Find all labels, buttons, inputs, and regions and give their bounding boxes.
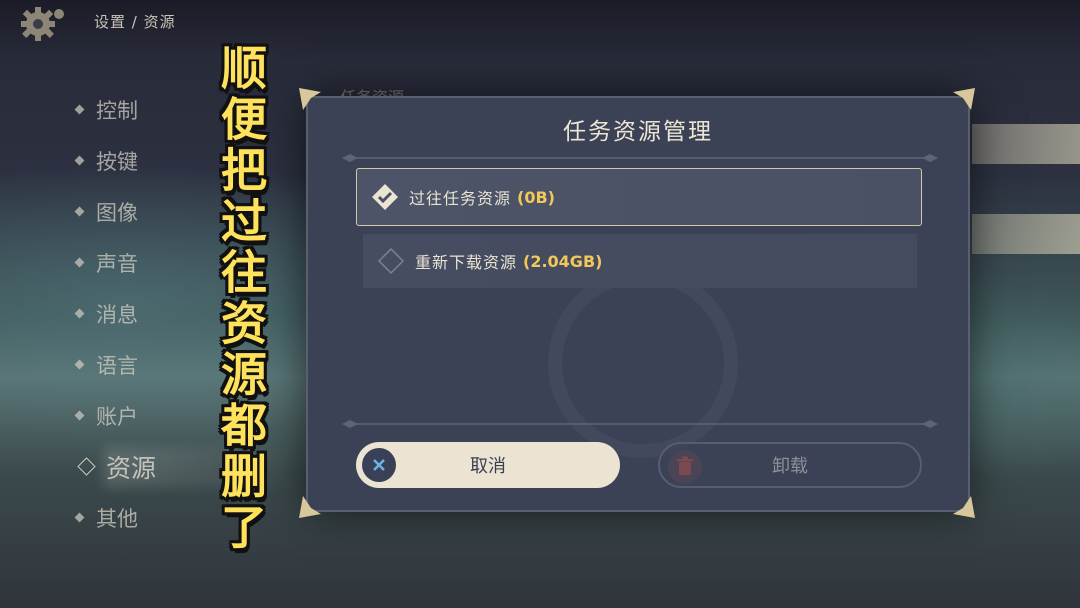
corner-ornament-icon: [299, 496, 321, 518]
diamond-bullet-icon: [74, 104, 85, 115]
unchecked-diamond-icon: [377, 247, 405, 275]
option-redownload-resources[interactable]: 重新下载资源 (2.04GB): [363, 234, 917, 288]
x-button-icon: [362, 448, 396, 482]
gear-icon[interactable]: [18, 2, 66, 44]
menu-item-audio[interactable]: 声音: [74, 237, 156, 288]
menu-item-label: 账户: [96, 404, 138, 429]
breadcrumb: 设置 / 资源: [94, 13, 176, 31]
cancel-label: 取消: [470, 456, 506, 477]
menu-item-controls[interactable]: 控制: [74, 84, 156, 135]
diamond-bullet-icon: [74, 155, 85, 166]
ornament-divider: [342, 154, 938, 162]
menu-item-label: 其他: [96, 506, 138, 531]
option-label: 过往任务资源: [409, 189, 512, 208]
ornament-divider: [342, 420, 938, 428]
menu-item-account[interactable]: 账户: [74, 390, 156, 441]
corner-ornament-icon: [299, 88, 321, 110]
uninstall-button[interactable]: 卸载: [658, 442, 922, 488]
dialog-title: 任务资源管理: [563, 119, 713, 145]
checked-diamond-icon: [372, 184, 398, 210]
menu-item-other[interactable]: 其他: [74, 492, 156, 543]
option-label: 重新下载资源: [415, 253, 518, 272]
diamond-bullet-icon: [74, 257, 85, 268]
diamond-bullet-icon: [74, 359, 85, 370]
overlay-caption: 顺便把过往资源都删了: [214, 44, 268, 554]
background-setting-bar: [972, 124, 1080, 164]
corner-ornament-icon: [953, 496, 975, 518]
option-past-task-resources[interactable]: 过往任务资源 (0B): [356, 168, 922, 226]
menu-item-label: 声音: [96, 251, 138, 276]
menu-item-label: 图像: [96, 200, 138, 225]
menu-item-label: 消息: [96, 302, 138, 327]
trash-icon: [668, 450, 702, 484]
menu-item-label: 语言: [96, 353, 138, 378]
settings-menu: 控制 按键 图像 声音 消息 语言 账户 资源 其他: [74, 84, 304, 543]
menu-item-graphics[interactable]: 图像: [74, 186, 156, 237]
menu-item-language[interactable]: 语言: [74, 339, 156, 390]
menu-item-keys[interactable]: 按键: [74, 135, 156, 186]
uninstall-label: 卸载: [772, 456, 808, 477]
diamond-bullet-icon: [74, 206, 85, 217]
menu-item-resources[interactable]: 资源: [74, 441, 304, 492]
cancel-button[interactable]: 取消: [356, 442, 620, 488]
menu-item-label: 控制: [96, 98, 138, 123]
diamond-bullet-icon: [77, 457, 96, 476]
diamond-bullet-icon: [74, 308, 85, 319]
menu-item-messages[interactable]: 消息: [74, 288, 156, 339]
corner-ornament-icon: [953, 88, 975, 110]
option-size: (0B): [517, 187, 555, 207]
menu-item-label: 按键: [96, 149, 138, 174]
option-size: (2.04GB): [523, 251, 603, 271]
background-setting-bar: [972, 214, 1080, 254]
diamond-bullet-icon: [74, 410, 85, 421]
resource-management-dialog: 任务资源管理 过往任务资源 (0B) 重新下载资源 (2.04GB) 取消 卸载: [306, 96, 970, 512]
diamond-bullet-icon: [74, 512, 85, 523]
